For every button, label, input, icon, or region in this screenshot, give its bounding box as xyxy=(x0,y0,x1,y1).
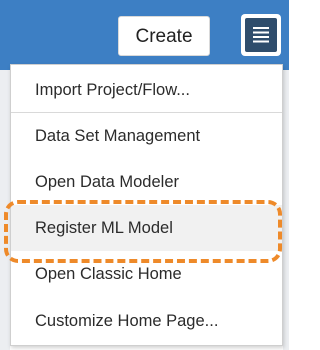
create-button[interactable]: Create xyxy=(118,16,210,56)
background-panel-right xyxy=(283,70,289,350)
hamburger-icon xyxy=(245,18,277,52)
background-panel xyxy=(0,70,10,350)
menu-item-open-classic-home[interactable]: Open Classic Home xyxy=(11,251,282,297)
menu-item-customize-home-page[interactable]: Customize Home Page... xyxy=(11,298,282,344)
menu-item-register-ml-model[interactable]: Register ML Model xyxy=(11,205,282,251)
menu-item-data-set-management[interactable]: Data Set Management xyxy=(11,113,282,159)
dropdown-menu: Import Project/Flow... Data Set Manageme… xyxy=(10,64,283,346)
menu-button[interactable] xyxy=(241,14,281,56)
menu-item-import-project-flow[interactable]: Import Project/Flow... xyxy=(11,67,282,113)
menu-item-open-data-modeler[interactable]: Open Data Modeler xyxy=(11,159,282,205)
